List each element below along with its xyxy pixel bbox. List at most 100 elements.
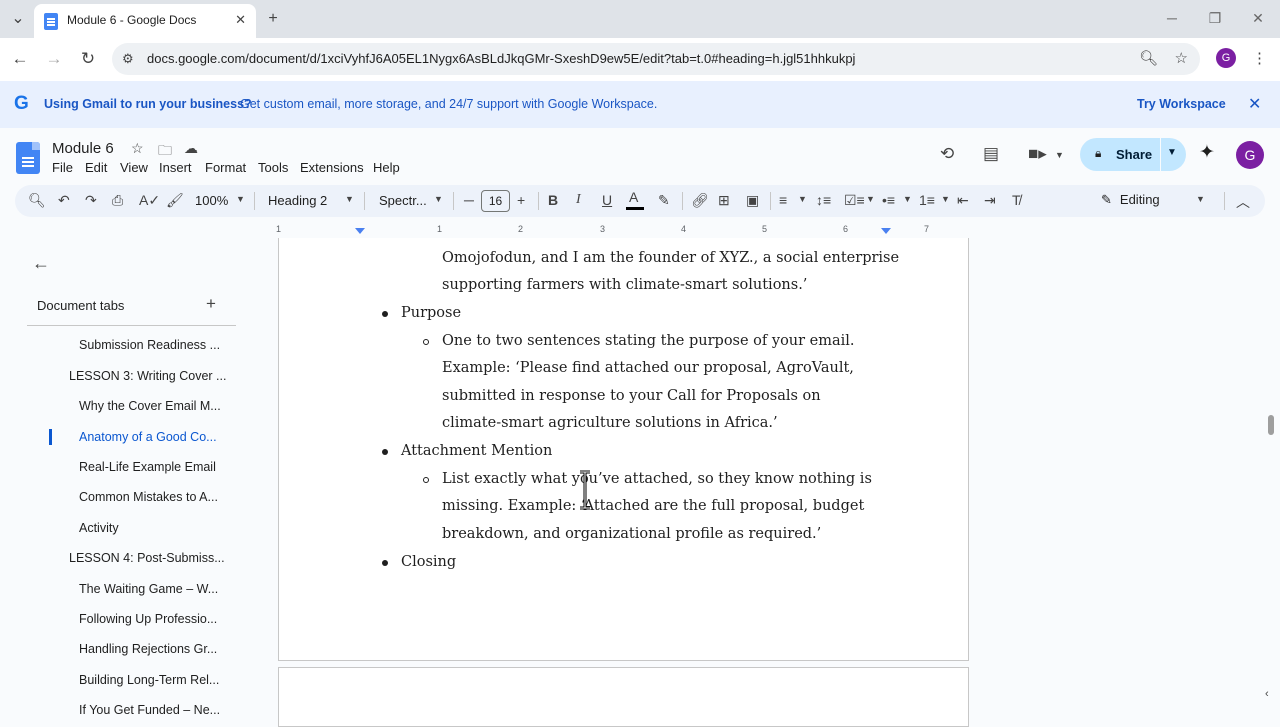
- outline-item[interactable]: Common Mistakes to A...: [79, 490, 218, 504]
- increase-indent-icon[interactable]: ⇥: [984, 192, 996, 209]
- outline-item[interactable]: Submission Readiness ...: [79, 338, 220, 352]
- close-outline-back-icon[interactable]: ←: [32, 253, 50, 274]
- outline-item[interactable]: LESSON 3: Writing Cover ...: [69, 369, 226, 383]
- left-indent-marker[interactable]: [355, 228, 365, 234]
- zoom-magnifier-icon[interactable]: 🔍︎: [1139, 49, 1158, 67]
- body-text-line[interactable]: Omojofodun, and I am the founder of XYZ.…: [442, 250, 899, 266]
- share-dropdown-icon[interactable]: ▼: [1167, 147, 1177, 158]
- comments-icon[interactable]: ▤: [983, 144, 999, 164]
- menu-extensions[interactable]: Extensions: [300, 160, 364, 175]
- window-close-icon[interactable]: ✕: [1248, 8, 1268, 28]
- outline-item[interactable]: Handling Rejections Gr...: [79, 642, 217, 656]
- outline-item[interactable]: Following Up Professio...: [79, 612, 217, 626]
- minimize-icon[interactable]: ─: [1162, 8, 1182, 28]
- menu-file[interactable]: File: [52, 160, 73, 175]
- decrease-indent-icon[interactable]: ⇤: [957, 192, 969, 209]
- outline-item[interactable]: LESSON 4: Post-Submiss...: [69, 551, 225, 565]
- right-indent-marker[interactable]: [881, 228, 891, 234]
- list-heading-purpose[interactable]: Purpose: [401, 305, 461, 321]
- meet-dropdown-icon[interactable]: ▼: [1055, 150, 1064, 160]
- outline-item[interactable]: Building Long-Term Rel...: [79, 673, 219, 687]
- decrease-font-size-icon[interactable]: ─: [464, 192, 474, 208]
- document-title[interactable]: Module 6: [52, 140, 114, 157]
- outline-item[interactable]: Activity: [79, 521, 119, 535]
- redo-icon[interactable]: ↷: [85, 192, 97, 209]
- document-page-next[interactable]: [278, 667, 969, 727]
- add-tab-plus-icon[interactable]: +: [206, 294, 216, 314]
- outline-item-active[interactable]: Anatomy of a Good Co...: [79, 430, 217, 444]
- checklist-icon[interactable]: ☑≡: [844, 192, 865, 209]
- style-caret-icon[interactable]: ▼: [345, 194, 354, 204]
- body-text-line[interactable]: supporting farmers with climate-smart so…: [442, 277, 807, 293]
- bold-icon[interactable]: B: [548, 192, 558, 208]
- reload-icon[interactable]: ↻: [77, 48, 99, 70]
- new-tab-plus-icon[interactable]: +: [262, 8, 284, 30]
- bookmark-star-icon[interactable]: ☆: [1175, 49, 1188, 67]
- line-spacing-icon[interactable]: ↕≡: [816, 192, 831, 208]
- print-icon[interactable]: ⎙: [112, 192, 123, 209]
- tab-close-icon[interactable]: ✕: [235, 12, 246, 28]
- highlight-color-icon[interactable]: ✎: [658, 192, 670, 209]
- address-bar[interactable]: ⚙ docs.google.com/document/d/1xciVyhfJ6A…: [112, 43, 1200, 75]
- menu-edit[interactable]: Edit: [85, 160, 107, 175]
- star-icon[interactable]: ☆: [131, 140, 144, 157]
- browser-menu-icon[interactable]: ⋮: [1252, 49, 1267, 67]
- vertical-scrollbar-thumb[interactable]: [1268, 415, 1274, 435]
- underline-icon[interactable]: U: [602, 192, 612, 208]
- meet-video-icon[interactable]: ■▸: [1028, 144, 1047, 164]
- body-text-line[interactable]: Example: ‘Please find attached our propo…: [442, 360, 854, 376]
- insert-image-icon[interactable]: ▣: [746, 192, 759, 209]
- gemini-sparkle-icon[interactable]: ✦: [1199, 141, 1215, 164]
- italic-icon[interactable]: I: [576, 192, 581, 208]
- list-heading-attachment[interactable]: Attachment Mention: [401, 443, 552, 459]
- docs-logo-icon[interactable]: [16, 142, 40, 174]
- paint-format-icon[interactable]: 🖌︎: [166, 192, 184, 209]
- outline-item[interactable]: The Waiting Game – W...: [79, 582, 218, 596]
- menu-tools[interactable]: Tools: [258, 160, 288, 175]
- font-size-input[interactable]: 16: [481, 190, 510, 212]
- collapse-menus-icon[interactable]: ︿: [1236, 192, 1250, 212]
- browser-profile-avatar[interactable]: G: [1216, 48, 1236, 68]
- body-text-line[interactable]: breakdown, and organizational profile as…: [442, 526, 821, 542]
- editing-caret-icon[interactable]: ▼: [1196, 194, 1205, 204]
- version-history-icon[interactable]: ⟲: [940, 144, 954, 164]
- text-color-icon[interactable]: A: [629, 189, 638, 205]
- number-caret-icon[interactable]: ▼: [941, 194, 950, 204]
- menu-insert[interactable]: Insert: [159, 160, 192, 175]
- restore-icon[interactable]: ❐: [1205, 8, 1225, 28]
- url-text[interactable]: docs.google.com/document/d/1xciVyhfJ6A05…: [147, 51, 855, 66]
- back-arrow-icon[interactable]: ←: [9, 48, 31, 70]
- align-caret-icon[interactable]: ▼: [798, 194, 807, 204]
- banner-close-icon[interactable]: ✕: [1248, 94, 1261, 114]
- forward-arrow-icon[interactable]: →: [43, 48, 65, 70]
- body-text-line[interactable]: submitted in response to your Call for P…: [442, 388, 821, 404]
- bulleted-list-icon[interactable]: •≡: [882, 192, 895, 208]
- menu-view[interactable]: View: [120, 160, 148, 175]
- outline-item[interactable]: If You Get Funded – Ne...: [79, 703, 220, 717]
- outline-item[interactable]: Why the Cover Email M...: [79, 399, 221, 413]
- editing-mode-select[interactable]: ✎ Editing: [1101, 192, 1160, 208]
- zoom-caret-icon[interactable]: ▼: [236, 194, 245, 204]
- cloud-saved-icon[interactable]: ☁︎: [184, 140, 198, 157]
- list-heading-closing[interactable]: Closing: [401, 554, 456, 570]
- font-caret-icon[interactable]: ▼: [434, 194, 443, 204]
- outline-item[interactable]: Real-Life Example Email: [79, 460, 216, 474]
- undo-icon[interactable]: ↶: [58, 192, 70, 209]
- menu-format[interactable]: Format: [205, 160, 246, 175]
- menu-help[interactable]: Help: [373, 160, 400, 175]
- add-comment-icon[interactable]: ⊞: [718, 192, 730, 209]
- share-button[interactable]: 🔒︎ Share ▼: [1080, 138, 1186, 171]
- increase-font-size-icon[interactable]: +: [517, 192, 525, 208]
- checklist-caret-icon[interactable]: ▼: [866, 194, 875, 204]
- spellcheck-icon[interactable]: A✓: [139, 192, 160, 209]
- body-text-line[interactable]: List exactly what you’ve attached, so th…: [442, 471, 872, 487]
- align-left-icon[interactable]: ≡: [779, 192, 787, 208]
- clear-formatting-icon[interactable]: T̸: [1012, 192, 1021, 208]
- insert-link-icon[interactable]: 🔗︎: [691, 192, 709, 209]
- try-workspace-link[interactable]: Try Workspace: [1137, 97, 1226, 111]
- zoom-select[interactable]: 100%: [195, 193, 228, 208]
- search-menus-icon[interactable]: 🔍︎: [28, 192, 46, 209]
- account-avatar[interactable]: G: [1236, 141, 1264, 169]
- site-info-icon[interactable]: ⚙: [122, 51, 134, 67]
- body-text-line[interactable]: missing. Example: ‘Attached are the full…: [442, 498, 864, 514]
